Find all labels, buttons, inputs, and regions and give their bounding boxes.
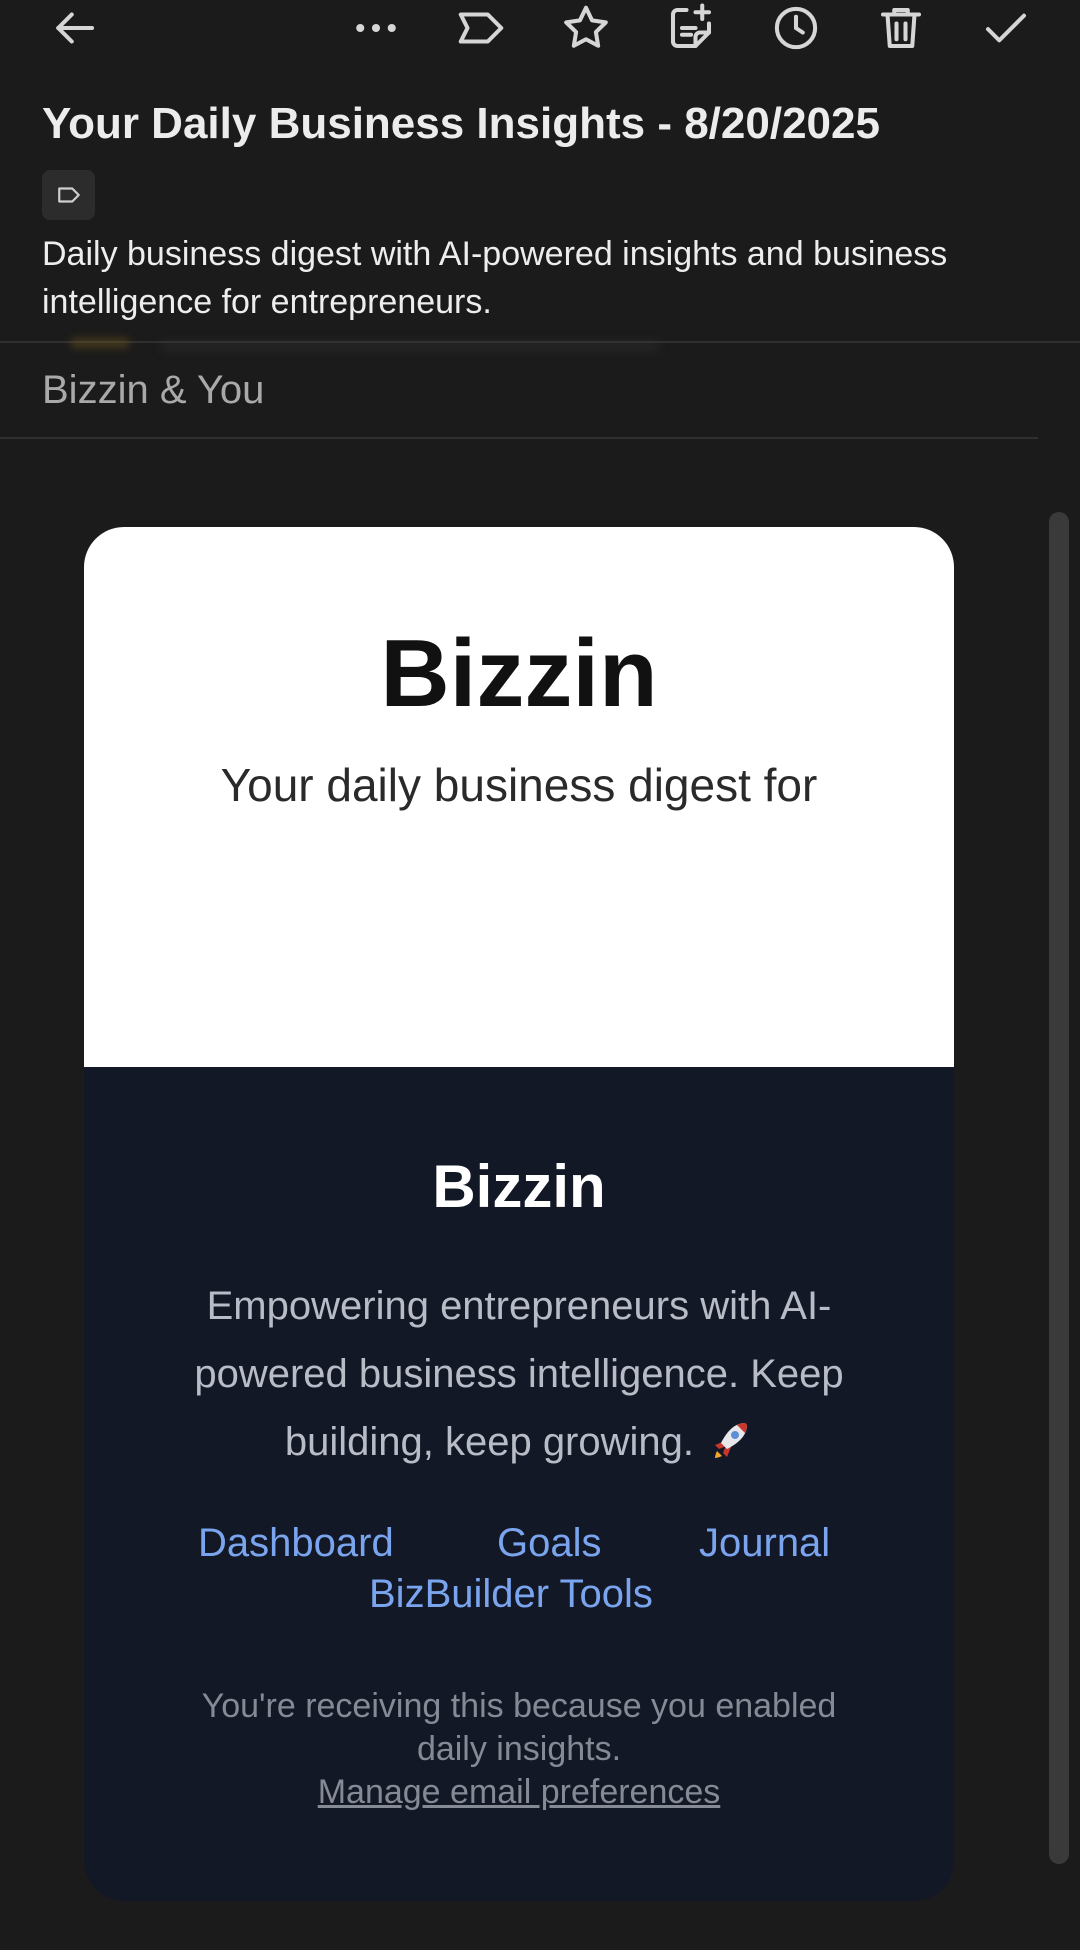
- brand-subtitle: Your daily business digest for: [220, 759, 818, 811]
- blurred-sender-row: [160, 342, 660, 350]
- more-icon[interactable]: [346, 0, 406, 58]
- email-subject: Your Daily Business Insights - 8/20/2025: [42, 99, 880, 148]
- footer-link-bizbuilder-tools[interactable]: BizBuilder Tools: [369, 1568, 653, 1620]
- label-icon[interactable]: [451, 0, 511, 58]
- scrollbar[interactable]: [1049, 512, 1069, 1864]
- footer-link-goals[interactable]: Goals: [497, 1517, 602, 1569]
- done-check-icon[interactable]: [976, 0, 1036, 58]
- star-icon[interactable]: [556, 0, 616, 58]
- back-arrow-icon[interactable]: [44, 0, 104, 58]
- label-chip[interactable]: [42, 170, 95, 220]
- email-summary: Daily business digest with AI-powered in…: [42, 235, 948, 321]
- participants[interactable]: Bizzin & You: [42, 366, 264, 414]
- footer-link-journal[interactable]: Journal: [699, 1517, 830, 1569]
- blurred-sender-row: [70, 338, 130, 348]
- footer-tagline: Empowering entrepreneurs with AI-powered…: [169, 1272, 869, 1476]
- email-hero: Bizzin Your daily business digest for: [84, 527, 954, 1067]
- footer-title: Bizzin: [432, 1153, 606, 1220]
- add-note-icon[interactable]: [661, 0, 721, 58]
- label-icon: [57, 187, 80, 203]
- footer-link-dashboard[interactable]: Dashboard: [198, 1517, 394, 1569]
- trash-icon[interactable]: [871, 0, 931, 58]
- snooze-icon[interactable]: [766, 0, 826, 58]
- divider: [0, 437, 1038, 439]
- footer-legal-text: You're receiving this because you enable…: [201, 1687, 837, 1768]
- brand-title: Bizzin: [380, 620, 658, 727]
- email-body-card: Bizzin Your daily business digest for Bi…: [84, 527, 954, 1901]
- manage-preferences-link[interactable]: Manage email preferences: [84, 1771, 954, 1814]
- top-toolbar: [0, 0, 1080, 58]
- rocket-icon: [715, 1423, 748, 1458]
